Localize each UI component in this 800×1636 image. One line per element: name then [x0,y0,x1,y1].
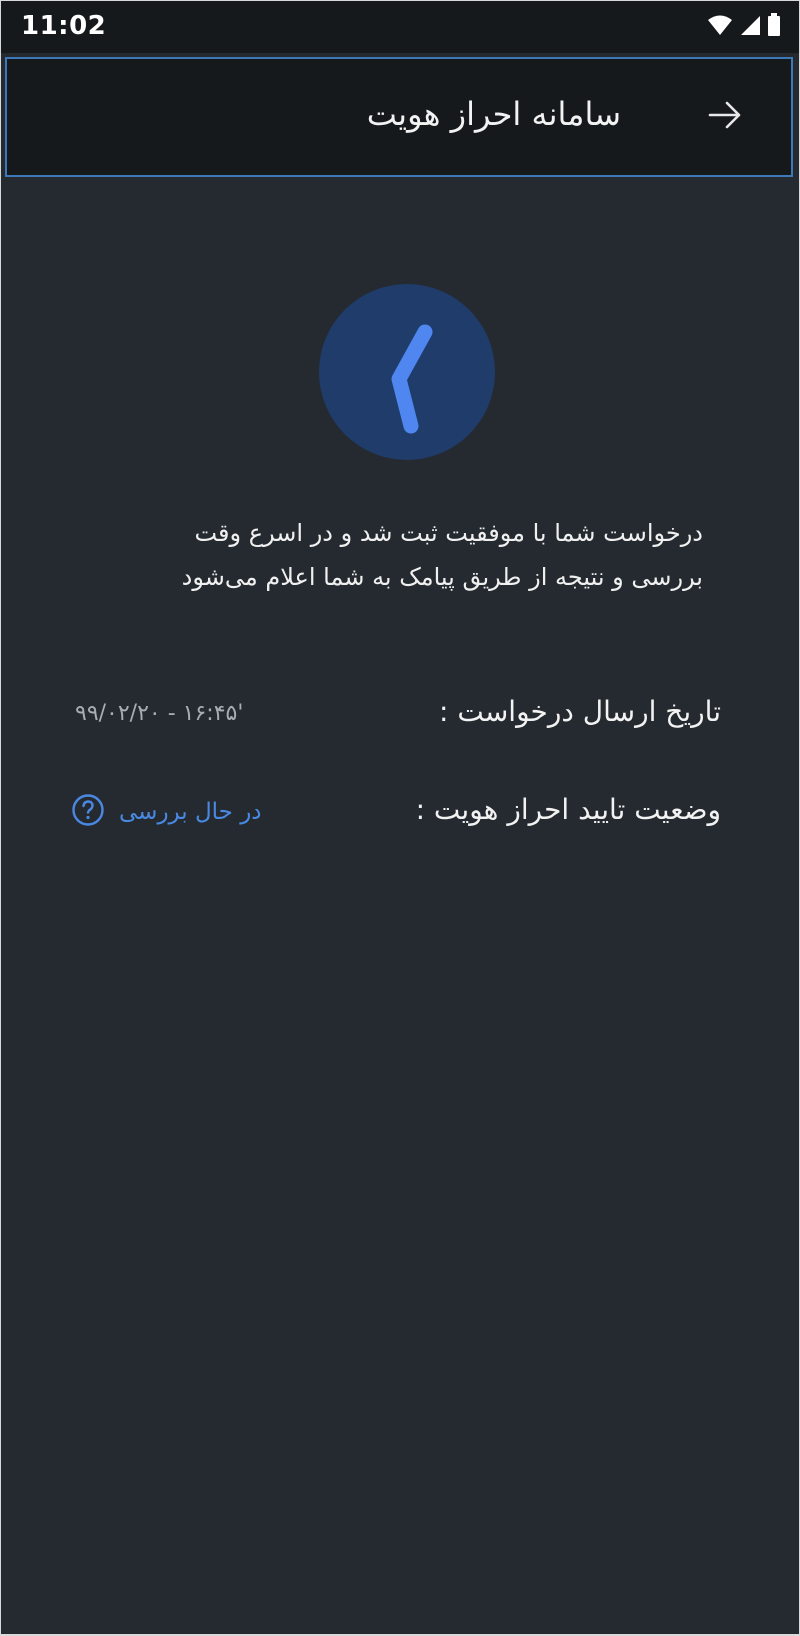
verification-status[interactable]: در حال بررسی [71,793,262,831]
request-date-value: ۹۹/۰۲/۲۰ - ۱۶:۴۵' [75,701,244,726]
app-screen: 11:02 سامانه احراز هویت درخواست شما با م… [1,1,799,1634]
signal-icon [739,14,761,40]
message-line-2: بررسی و نتیجه از طریق پیامک به شما اعلام… [181,563,703,591]
verification-status-value: در حال بررسی [119,799,262,825]
status-bar: 11:02 [1,1,799,53]
page-title: سامانه احراز هویت [366,95,621,133]
help-circle-icon[interactable] [71,793,105,831]
pending-status-indicator [319,284,495,460]
request-submitted-message: درخواست شما با موفقیت ثبت شد و در اسرع و… [83,511,703,599]
message-line-1: درخواست شما با موفقیت ثبت شد و در اسرع و… [194,519,703,547]
status-icons [707,13,781,41]
app-bar: سامانه احراز هویت [5,57,793,177]
back-button[interactable] [703,95,747,139]
pending-clock-icon [319,324,495,464]
request-date-label: تاریخ ارسال درخواست : [439,695,721,728]
wifi-icon [707,14,733,40]
verification-status-row: وضعیت تایید احراز هویت : در حال بررسی [61,785,721,835]
request-date-row: تاریخ ارسال درخواست : ۹۹/۰۲/۲۰ - ۱۶:۴۵' [61,687,721,737]
status-time: 11:02 [21,11,107,41]
arrow-right-icon [705,95,745,139]
battery-icon [767,13,781,41]
verification-status-label: وضعیت تایید احراز هویت : [415,793,721,826]
